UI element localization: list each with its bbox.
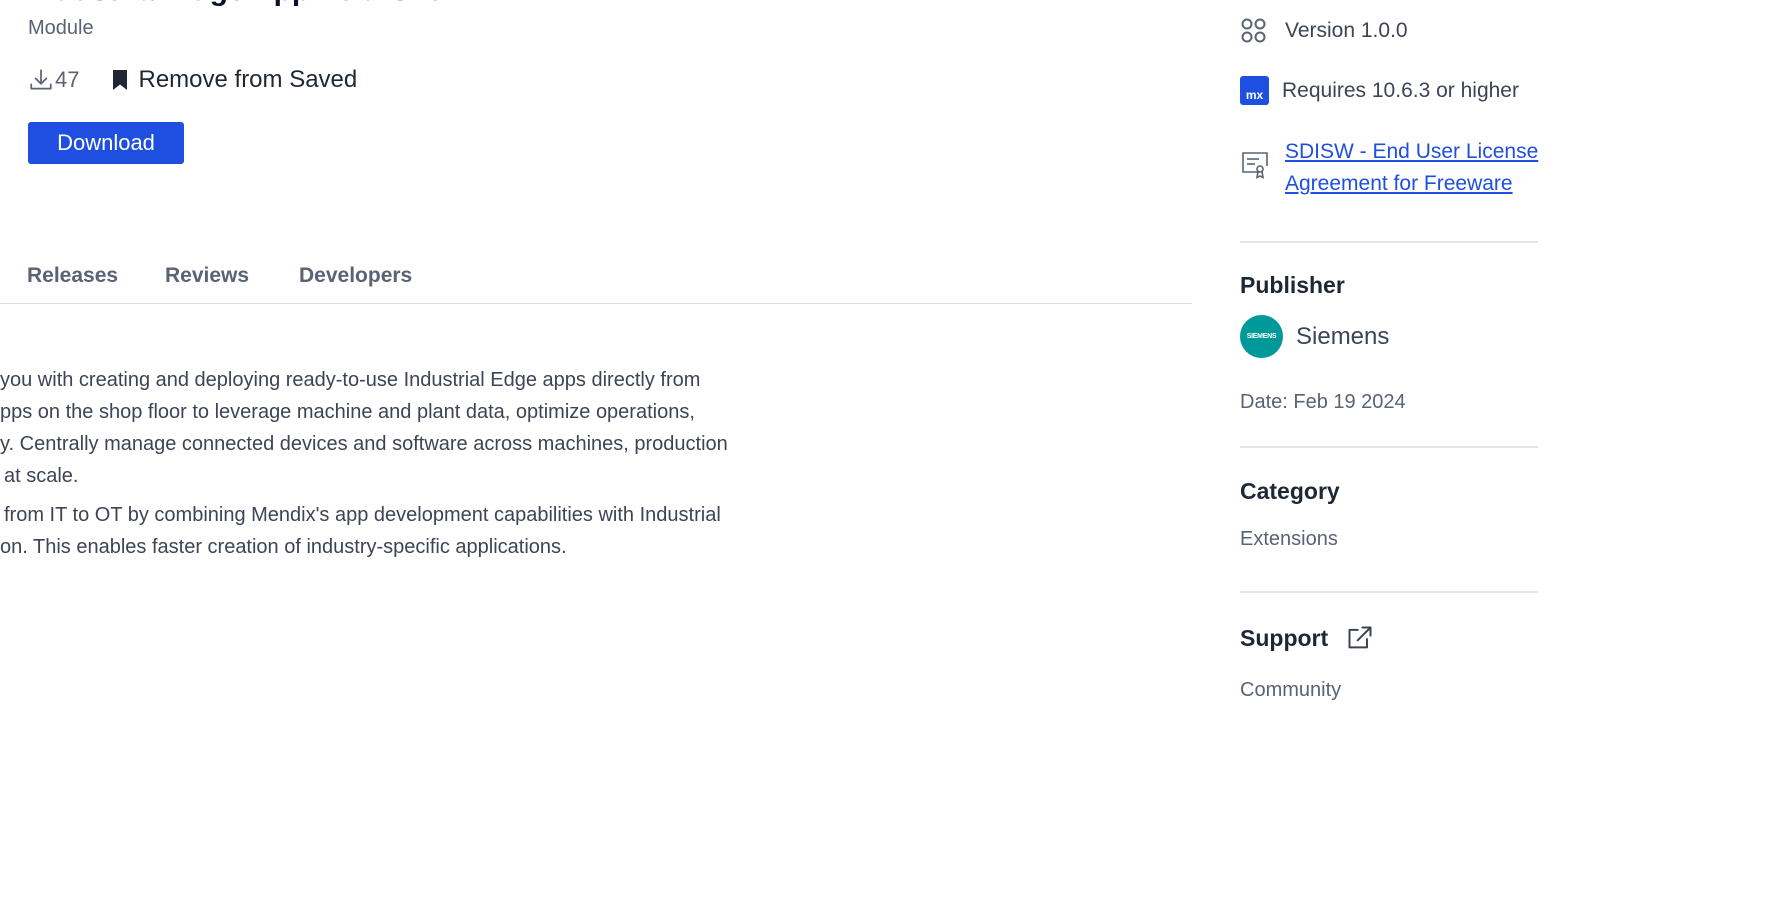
page-title: Industrial Edge App Publisher xyxy=(28,0,455,8)
version-grid-icon xyxy=(1241,18,1266,43)
tab-bar: Releases Reviews Developers xyxy=(0,256,1192,304)
description-line: from IT to OT by combining Mendix's app … xyxy=(4,504,721,526)
license-certificate-icon xyxy=(1242,152,1268,179)
bookmark-icon xyxy=(113,70,128,90)
description-line: you with creating and deploying ready-to… xyxy=(0,369,701,391)
mx-badge-icon: mx xyxy=(1240,76,1269,105)
license-link[interactable]: SDISW - End User License Agreement for F… xyxy=(1285,136,1540,200)
support-value: Community xyxy=(1240,679,1342,701)
category-heading: Category xyxy=(1240,478,1340,504)
license-link-line: Agreement for Freeware xyxy=(1285,172,1513,195)
remove-from-saved-button[interactable]: Remove from Saved xyxy=(112,66,357,94)
version-text: Version 1.0.0 xyxy=(1285,19,1408,42)
download-button[interactable]: Download xyxy=(28,122,184,164)
support-heading: Support xyxy=(1240,624,1329,651)
module-type-label: Module xyxy=(28,17,94,39)
module-stats: 47 Remove from Saved xyxy=(28,64,357,96)
tab-releases[interactable]: Releases xyxy=(27,264,118,288)
description-line: on. This enables faster creation of indu… xyxy=(0,536,567,558)
category-value: Extensions xyxy=(1240,528,1338,550)
publisher-name: Siemens xyxy=(1296,322,1390,350)
version-row: Version 1.0.0 xyxy=(1240,17,1408,45)
download-icon xyxy=(30,69,52,90)
tab-developers[interactable]: Developers xyxy=(299,264,412,288)
description-paragraph: from IT to OT by combining Mendix's app … xyxy=(0,499,790,563)
sidebar-divider xyxy=(1240,591,1538,593)
publisher-heading: Publisher xyxy=(1240,272,1345,298)
download-count-value: 47 xyxy=(55,67,80,92)
requires-text: Requires 10.6.3 or higher xyxy=(1282,78,1519,102)
description-line: y. Centrally manage connected devices an… xyxy=(0,433,728,455)
publisher-logo: SIEMENS xyxy=(1240,315,1283,358)
publish-date: Date: Feb 19 2024 xyxy=(1240,391,1406,413)
tab-reviews[interactable]: Reviews xyxy=(165,264,249,288)
module-detail-page: Industrial Edge App Publisher Module 47 … xyxy=(0,0,1770,902)
description-paragraph: you with creating and deploying ready-to… xyxy=(0,364,790,492)
license-link-line: SDISW - End User License xyxy=(1285,140,1539,163)
support-link[interactable]: Support xyxy=(1240,624,1374,652)
description-line: pps on the shop floor to leverage machin… xyxy=(0,401,695,423)
external-link-icon xyxy=(1348,626,1372,649)
description-line: at scale. xyxy=(4,465,79,487)
requires-row: mx Requires 10.6.3 or higher xyxy=(1240,76,1519,105)
download-count: 47 xyxy=(28,67,79,93)
sidebar-divider xyxy=(1240,446,1538,448)
sidebar-divider xyxy=(1240,241,1538,243)
module-description: you with creating and deploying ready-to… xyxy=(0,364,790,570)
remove-from-saved-label: Remove from Saved xyxy=(138,66,358,93)
publisher-link[interactable]: SIEMENS Siemens xyxy=(1240,315,1389,358)
